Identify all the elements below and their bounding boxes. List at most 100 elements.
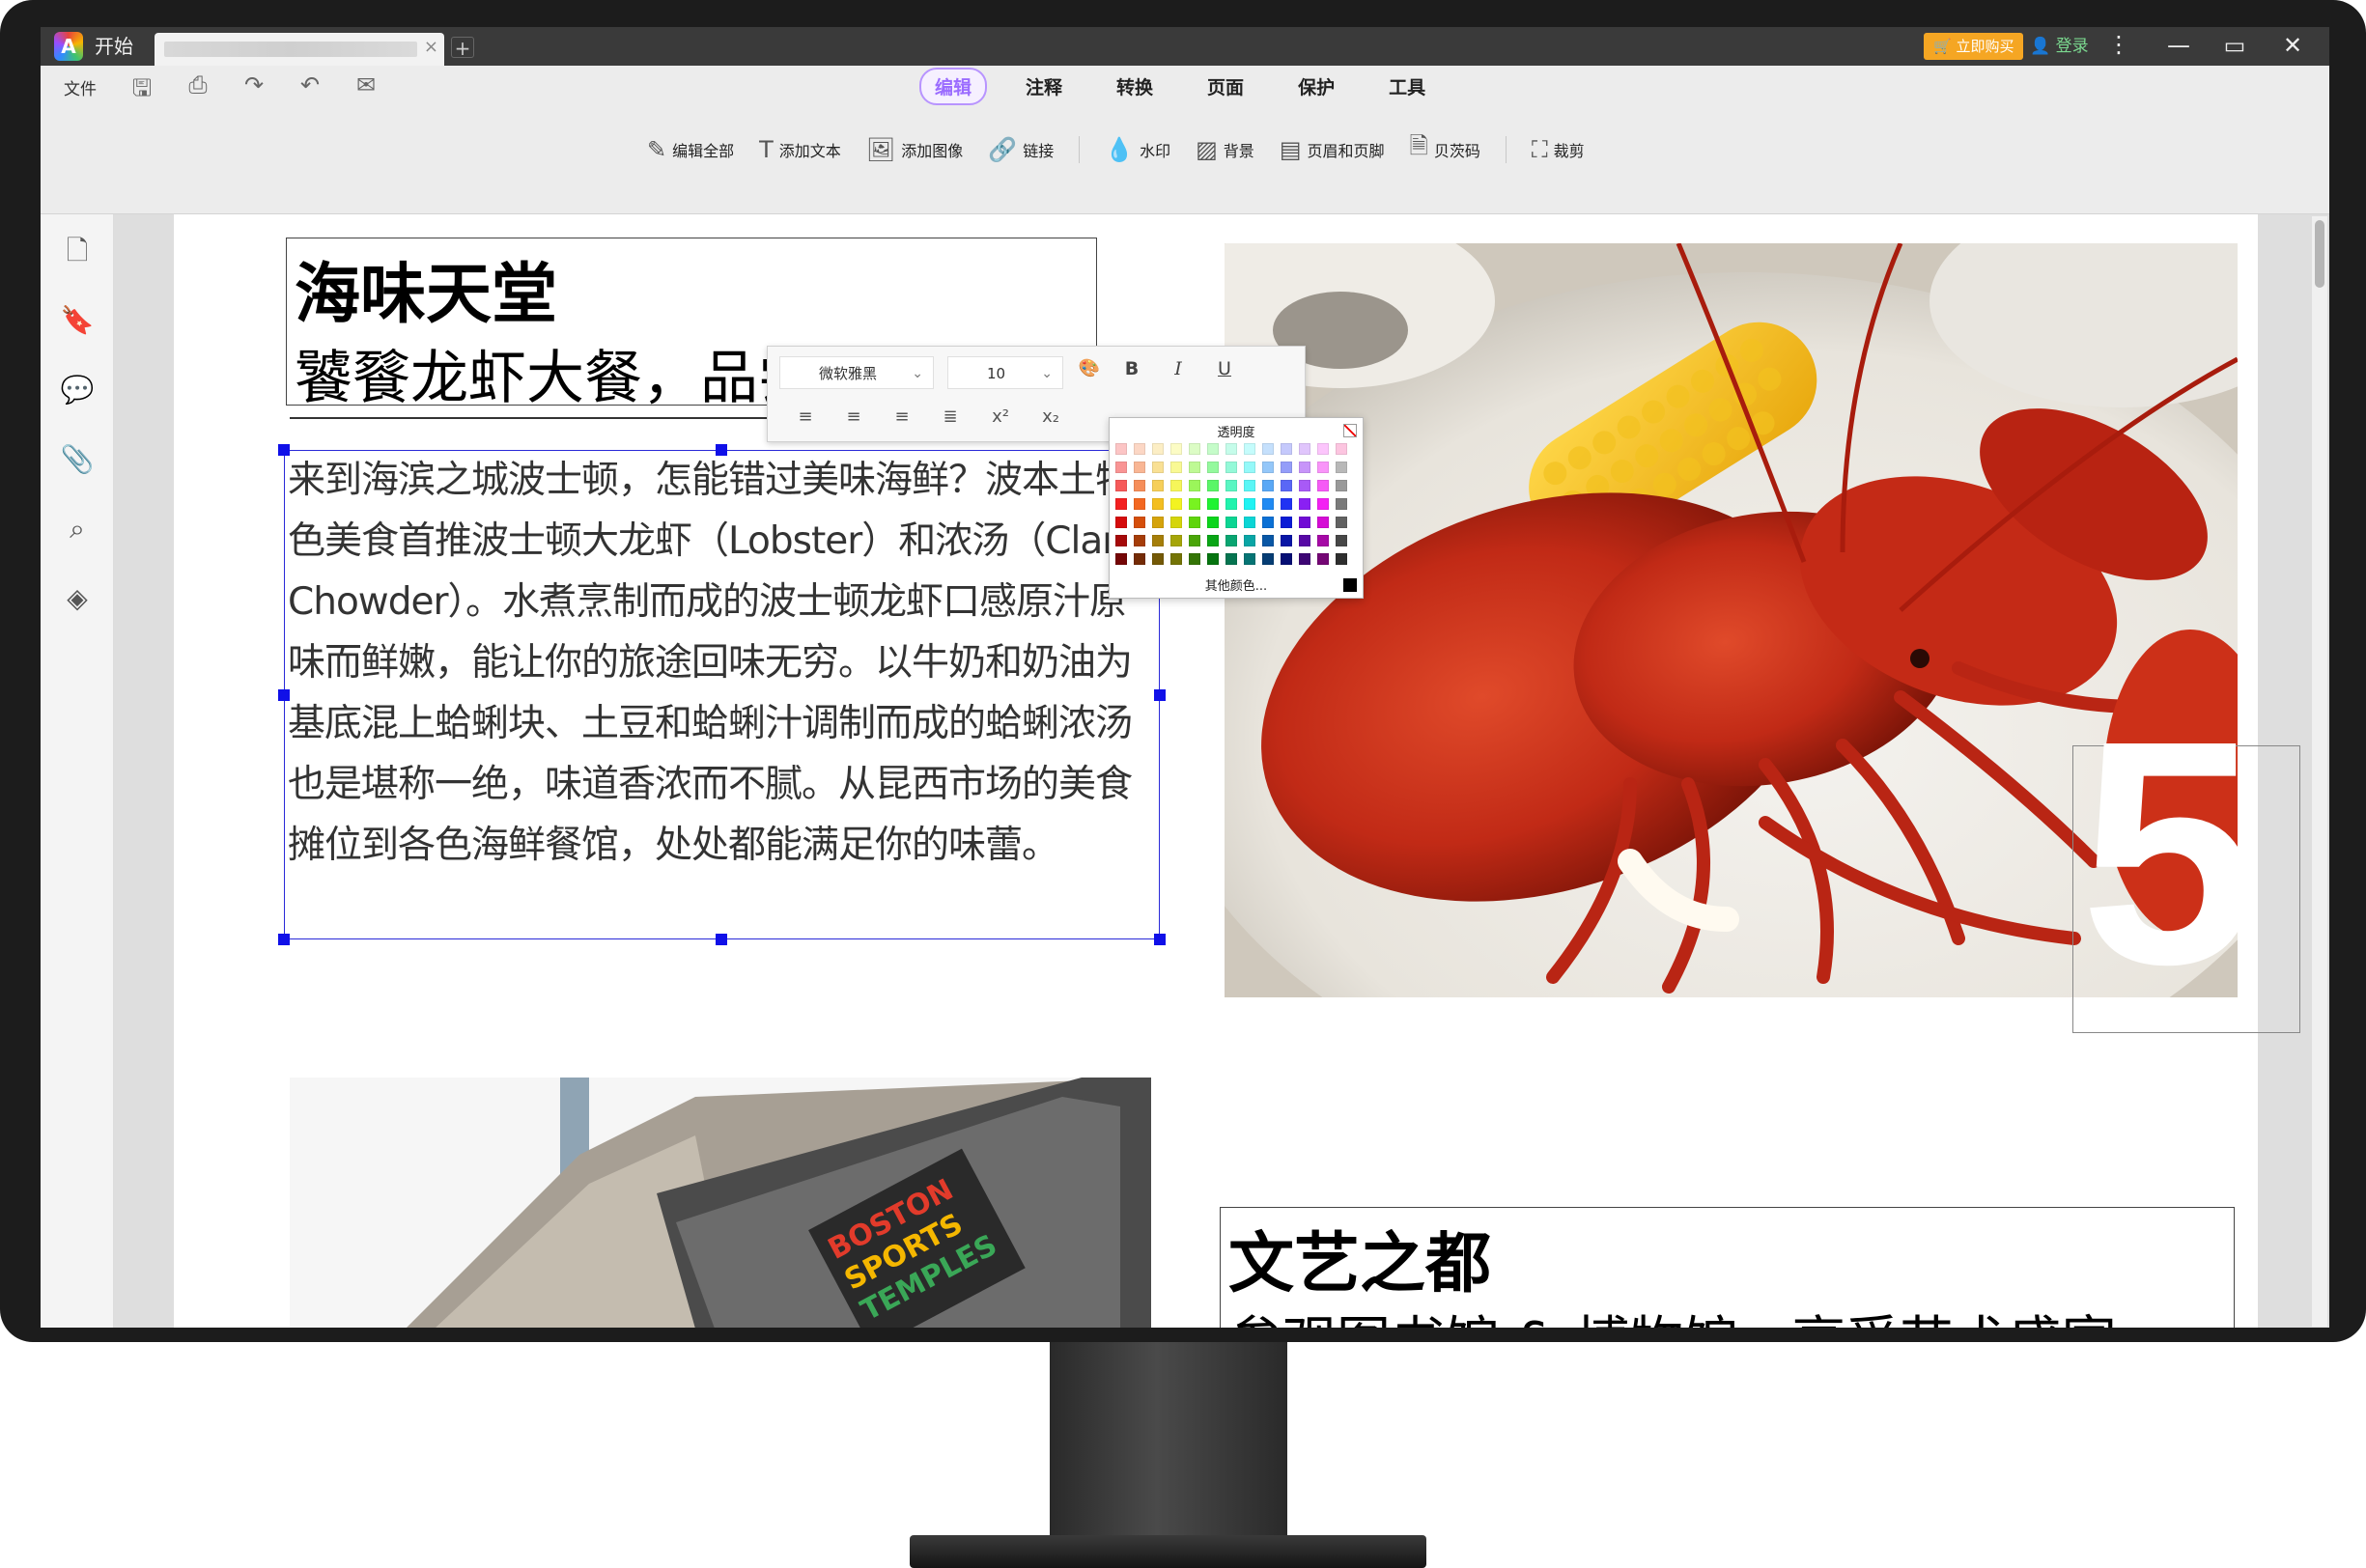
color-swatch[interactable] — [1225, 553, 1237, 565]
color-swatch[interactable] — [1115, 443, 1127, 455]
color-swatch[interactable] — [1262, 553, 1274, 565]
color-swatch[interactable] — [1170, 553, 1182, 565]
color-swatch[interactable] — [1134, 480, 1145, 491]
color-swatch[interactable] — [1281, 480, 1292, 491]
color-swatch[interactable] — [1299, 462, 1310, 473]
resize-handle[interactable] — [278, 934, 290, 945]
color-swatch[interactable] — [1152, 553, 1164, 565]
maximize-button[interactable]: ▭ — [2215, 31, 2254, 60]
tab-convert[interactable]: 转换 — [1101, 68, 1169, 105]
color-swatch[interactable] — [1115, 553, 1127, 565]
resize-handle[interactable] — [716, 444, 727, 456]
color-swatch[interactable] — [1115, 517, 1127, 528]
color-swatch[interactable] — [1262, 535, 1274, 546]
tab-document[interactable]: × — [155, 33, 444, 66]
background-button[interactable]: ▨ 背景 — [1196, 136, 1254, 163]
color-swatch[interactable] — [1189, 480, 1200, 491]
color-swatch[interactable] — [1134, 498, 1145, 510]
thumbnails-icon[interactable]: 🗋 — [60, 234, 95, 268]
edit-all-button[interactable]: ✎ 编辑全部 — [647, 136, 734, 163]
color-swatch[interactable] — [1299, 498, 1310, 510]
close-tab-icon[interactable]: × — [424, 37, 438, 57]
tab-annotate[interactable]: 注释 — [1010, 68, 1078, 105]
print-icon[interactable]: ⎙ — [182, 71, 214, 98]
vertical-scrollbar[interactable] — [2312, 216, 2327, 1327]
color-swatch[interactable] — [1336, 517, 1347, 528]
minimize-button[interactable]: — — [2159, 31, 2198, 60]
color-swatch[interactable] — [1244, 462, 1255, 473]
color-swatch[interactable] — [1262, 517, 1274, 528]
color-swatch[interactable] — [1152, 462, 1164, 473]
color-swatch[interactable] — [1189, 462, 1200, 473]
color-swatch[interactable] — [1262, 462, 1274, 473]
boston-building-photo[interactable]: BOSTON SPORTS TEMPLES — [290, 1078, 1151, 1328]
color-swatch[interactable] — [1189, 553, 1200, 565]
color-swatch[interactable] — [1299, 535, 1310, 546]
layers-icon[interactable]: ◈ — [60, 581, 95, 616]
color-swatch[interactable] — [1244, 480, 1255, 491]
color-swatch[interactable] — [1152, 443, 1164, 455]
section2-title[interactable]: 文艺之都 — [1228, 1210, 1491, 1305]
color-swatch[interactable] — [1189, 517, 1200, 528]
color-swatch[interactable] — [1336, 535, 1347, 546]
font-family-select[interactable]: 微软雅黑 ⌄ — [779, 356, 934, 389]
section2-heading-box[interactable]: 文艺之都 参观图书馆 & 博物馆，享受艺术盛宴 — [1220, 1207, 2235, 1328]
text-selection-box[interactable] — [284, 450, 1160, 939]
save-icon[interactable]: 🖫 — [126, 71, 158, 111]
color-swatch[interactable] — [1189, 443, 1200, 455]
color-swatch[interactable] — [1134, 443, 1145, 455]
section2-subtitle[interactable]: 参观图书馆 & 博物馆，享受艺术盛宴 — [1228, 1299, 2116, 1328]
color-swatch[interactable] — [1225, 498, 1237, 510]
color-swatch[interactable] — [1262, 443, 1274, 455]
color-swatch[interactable] — [1225, 517, 1237, 528]
color-swatch[interactable] — [1281, 553, 1292, 565]
color-swatch[interactable] — [1244, 498, 1255, 510]
redo-icon[interactable]: ↷ — [238, 71, 270, 98]
color-swatch[interactable] — [1317, 535, 1329, 546]
new-tab-button[interactable]: + — [451, 37, 474, 59]
color-swatch[interactable] — [1281, 517, 1292, 528]
buy-now-button[interactable]: 🛒 立即购买 — [1924, 33, 2024, 60]
color-swatch[interactable] — [1317, 553, 1329, 565]
color-swatch[interactable] — [1262, 480, 1274, 491]
no-color-swatch[interactable] — [1343, 424, 1357, 437]
color-swatch[interactable] — [1134, 535, 1145, 546]
resize-handle[interactable] — [1154, 934, 1166, 945]
section1-title[interactable]: 海味天堂 — [295, 240, 557, 336]
color-swatch[interactable] — [1207, 480, 1219, 491]
color-swatch[interactable] — [1317, 498, 1329, 510]
tab-page[interactable]: 页面 — [1192, 68, 1259, 105]
color-swatch[interactable] — [1134, 553, 1145, 565]
subscript-button[interactable]: x₂ — [1036, 406, 1065, 427]
add-text-button[interactable]: T 添加文本 — [759, 136, 841, 163]
color-swatch[interactable] — [1207, 535, 1219, 546]
color-swatch[interactable] — [1262, 498, 1274, 510]
color-swatch[interactable] — [1317, 443, 1329, 455]
color-swatch[interactable] — [1115, 462, 1127, 473]
color-swatch[interactable] — [1115, 535, 1127, 546]
color-swatch[interactable] — [1170, 498, 1182, 510]
watermark-button[interactable]: 💧 水印 — [1105, 136, 1170, 163]
bold-button[interactable]: B — [1117, 358, 1146, 379]
mail-icon[interactable]: ✉ — [350, 71, 382, 98]
link-button[interactable]: 🔗 链接 — [988, 136, 1054, 163]
attachment-icon[interactable]: 📎 — [60, 442, 95, 477]
resize-handle[interactable] — [278, 689, 290, 701]
color-swatch[interactable] — [1152, 517, 1164, 528]
color-swatch[interactable] — [1281, 498, 1292, 510]
color-swatch[interactable] — [1336, 443, 1347, 455]
color-swatch[interactable] — [1336, 462, 1347, 473]
color-swatch[interactable] — [1299, 517, 1310, 528]
color-swatch[interactable] — [1299, 443, 1310, 455]
color-swatch[interactable] — [1152, 498, 1164, 510]
tab-edit[interactable]: 编辑 — [919, 68, 988, 105]
search-icon[interactable]: ⌕ — [60, 512, 95, 546]
color-swatch[interactable] — [1207, 498, 1219, 510]
scrollbar-thumb[interactable] — [2315, 220, 2324, 288]
color-swatch[interactable] — [1299, 553, 1310, 565]
color-swatch[interactable] — [1170, 535, 1182, 546]
more-menu-icon[interactable]: ⋮ — [2107, 31, 2130, 58]
header-footer-button[interactable]: ▤ 页眉和页脚 — [1280, 136, 1385, 163]
tab-tools[interactable]: 工具 — [1373, 68, 1441, 105]
add-image-button[interactable]: 🖼 添加图像 — [866, 136, 963, 163]
